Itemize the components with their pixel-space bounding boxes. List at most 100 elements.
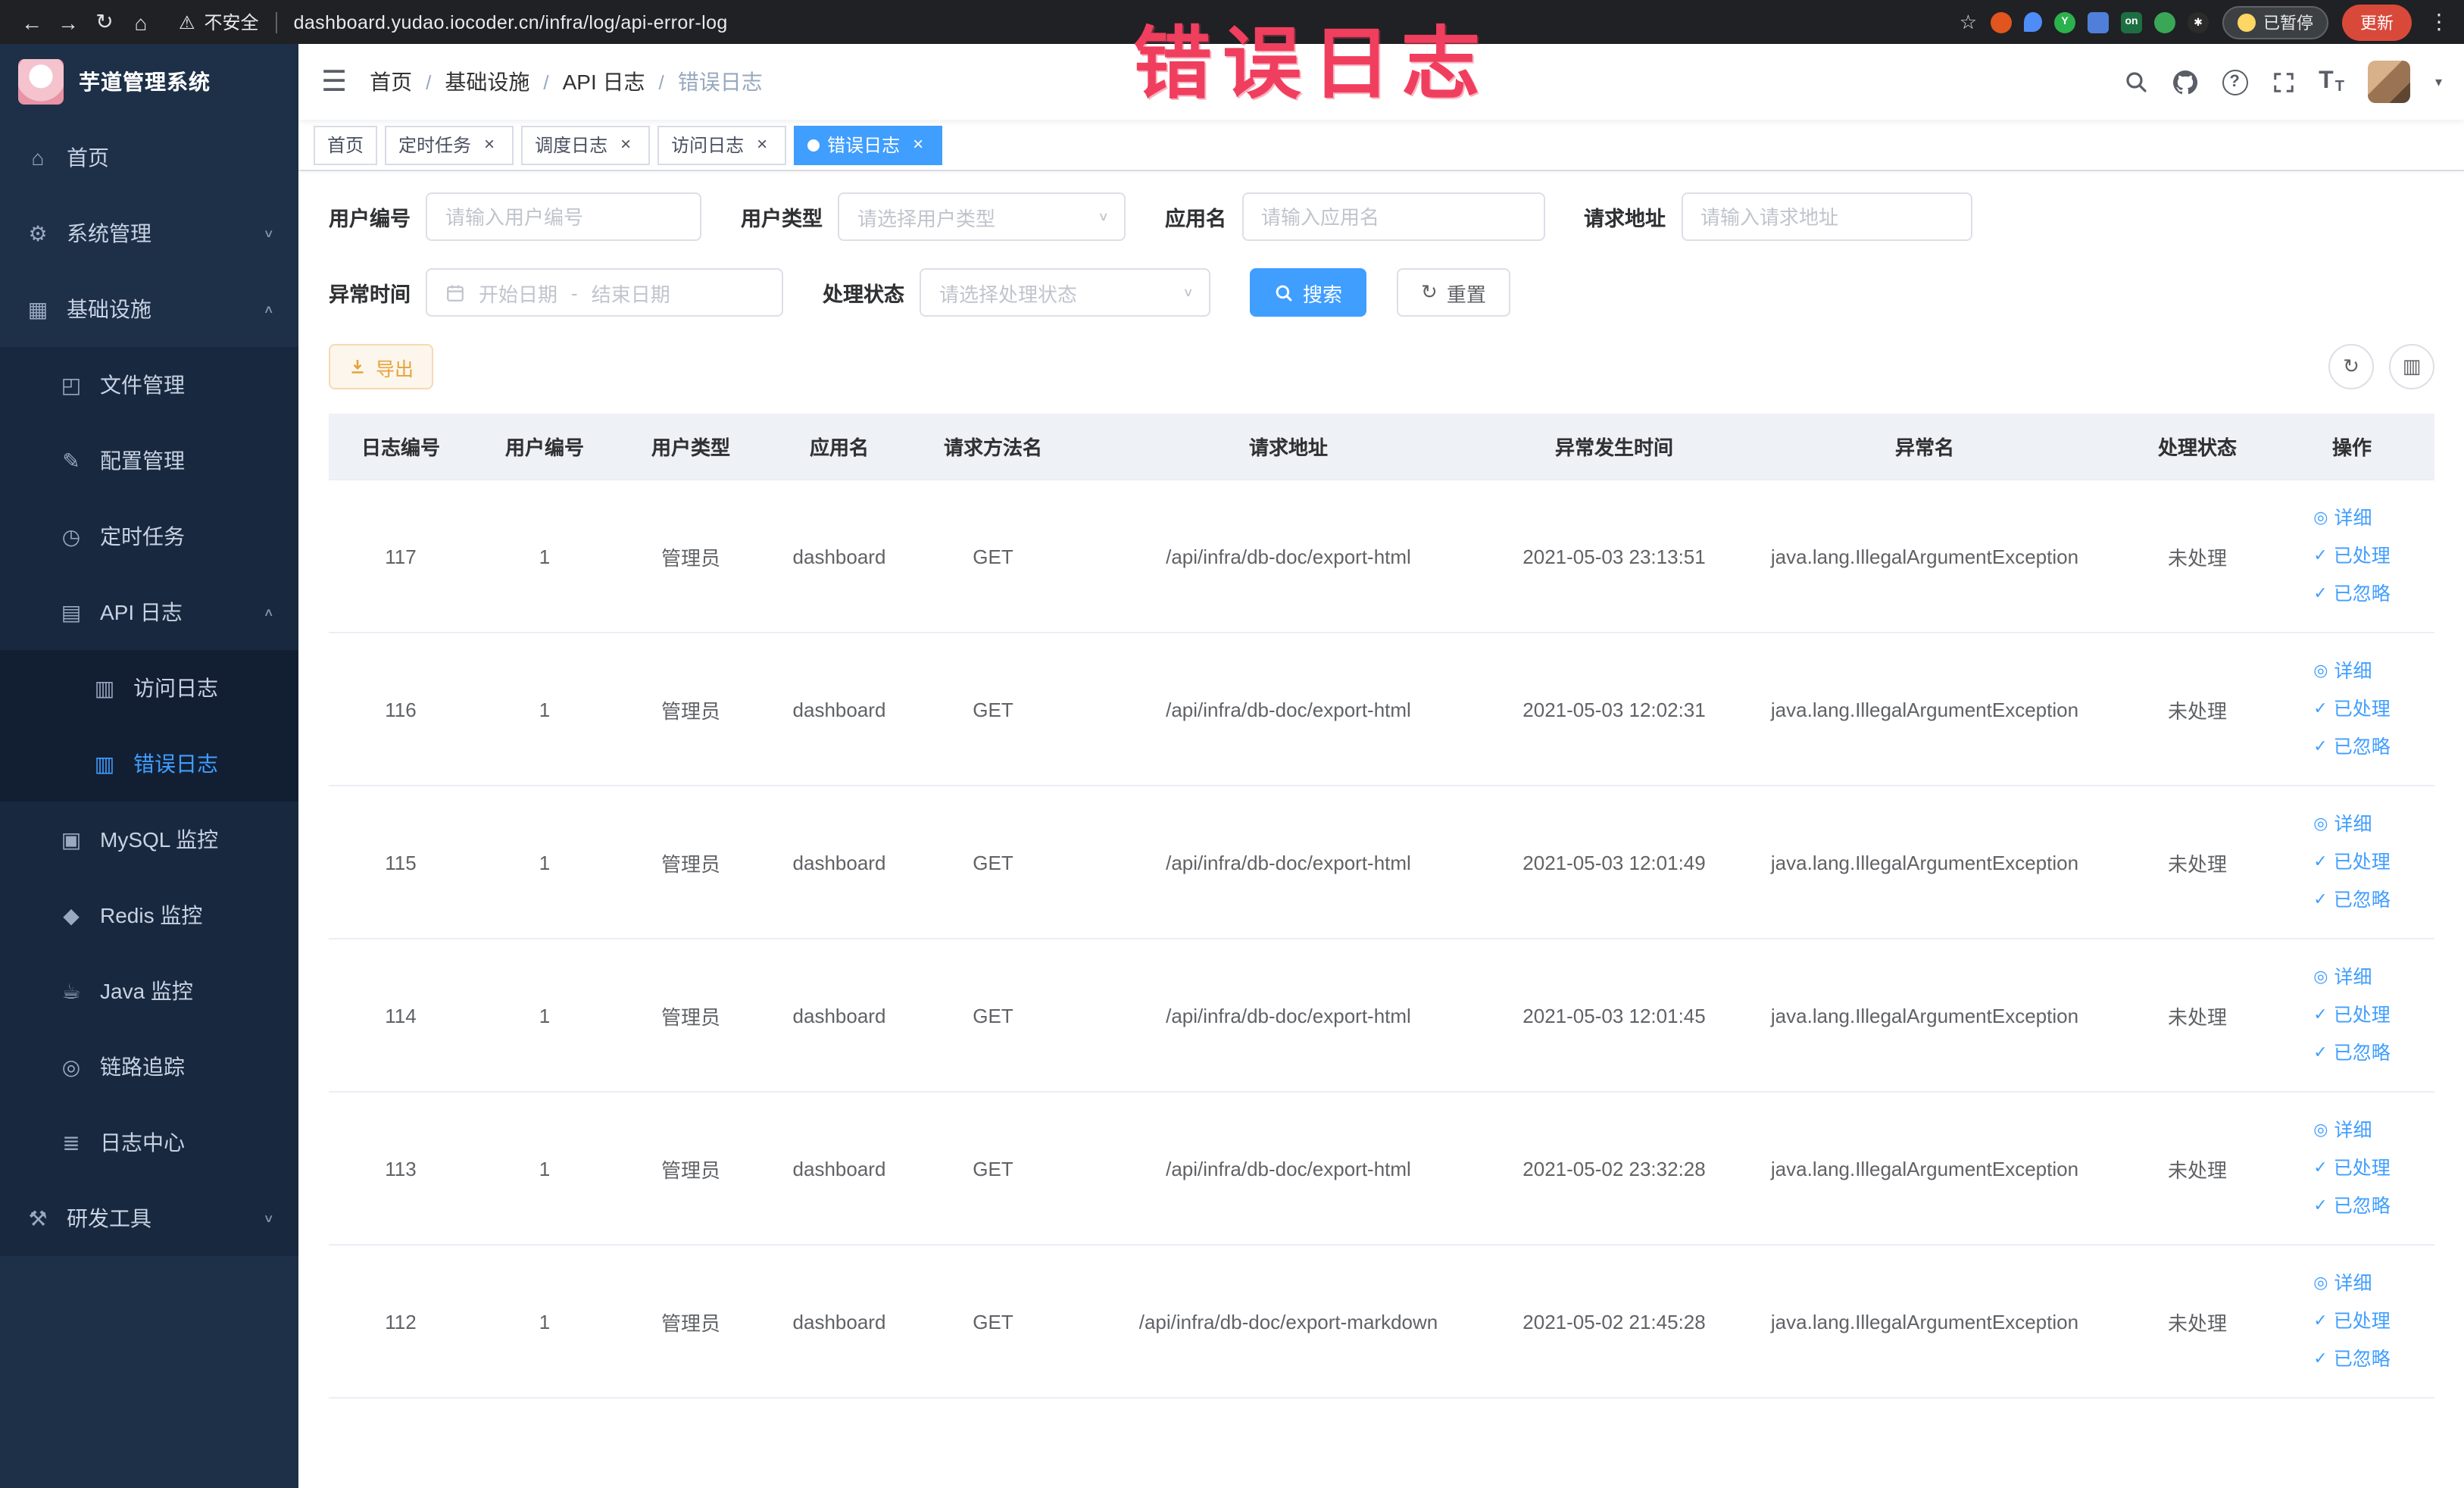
sidebar-item-job[interactable]: ◷ 定时任务 xyxy=(0,499,298,574)
table-row: 113 1 管理员 dashboard GET/api/infra/db-doc/exp… xyxy=(329,1092,2434,1246)
sidebar-item-system[interactable]: ⚙ 系统管理 ∨ xyxy=(0,195,298,271)
caret-down-icon[interactable]: ▾ xyxy=(2435,73,2442,90)
api-log-icon: ▤ xyxy=(61,599,82,624)
back-icon[interactable]: ← xyxy=(15,5,48,39)
ignored-link[interactable]: ✓ 已忽略 xyxy=(2313,731,2390,763)
fullscreen-icon[interactable] xyxy=(2272,70,2294,93)
reset-button[interactable]: ↻ 重置 xyxy=(1397,268,1510,317)
processed-link[interactable]: ✓ 已处理 xyxy=(2313,693,2390,725)
detail-link[interactable]: ◎ 详细 xyxy=(2313,1114,2372,1146)
sidebar-item-label: 文件管理 xyxy=(100,373,185,397)
processed-label: 已处理 xyxy=(2333,1310,2391,1331)
detail-link[interactable]: ◎ 详细 xyxy=(2313,655,2372,687)
sidebar-item-api-log[interactable]: ▤ API 日志 ∧ xyxy=(0,574,298,650)
filter-request-url: 请求地址 xyxy=(1584,192,1972,241)
ignored-link[interactable]: ✓ 已忽略 xyxy=(2313,578,2390,610)
breadcrumb-item[interactable]: 首页 xyxy=(370,67,412,97)
forward-icon[interactable]: → xyxy=(52,5,85,39)
ignored-link[interactable]: ✓ 已忽略 xyxy=(2313,884,2390,916)
user-id-input[interactable] xyxy=(426,192,701,241)
detail-link[interactable]: ◎ 详细 xyxy=(2313,961,2372,993)
paused-badge[interactable]: 已暂停 xyxy=(2222,5,2328,39)
address-bar[interactable]: dashboard.yudao.iocoder.cn/infra/log/api… xyxy=(294,11,728,33)
processed-link[interactable]: ✓ 已处理 xyxy=(2313,846,2390,878)
user-avatar[interactable] xyxy=(2368,61,2411,103)
processed-link[interactable]: ✓ 已处理 xyxy=(2313,1152,2390,1184)
close-icon[interactable]: × xyxy=(751,133,773,155)
sidebar-item-log-center[interactable]: ≣ 日志中心 xyxy=(0,1105,298,1180)
sidebar-item-label: API 日志 xyxy=(100,600,183,624)
chrome-home-icon[interactable]: ⌂ xyxy=(124,5,158,39)
close-icon[interactable]: × xyxy=(479,133,500,155)
font-size-icon[interactable]: TT xyxy=(2319,68,2344,95)
sidebar-item-trace[interactable]: ◎ 链路追踪 xyxy=(0,1029,298,1105)
bookmark-star-icon[interactable]: ☆ xyxy=(1960,10,1977,34)
ext-on-icon[interactable]: on xyxy=(2121,11,2142,33)
ext-orange-icon[interactable] xyxy=(1991,11,2012,33)
ignored-link[interactable]: ✓ 已忽略 xyxy=(2313,1037,2390,1069)
tools-icon: ⚒ xyxy=(28,1205,48,1230)
request-url-input[interactable] xyxy=(1681,192,1972,241)
tab-job-log[interactable]: 调度日志 × xyxy=(521,125,651,164)
sidebar-item-file[interactable]: ◰ 文件管理 xyxy=(0,347,298,423)
user-type-select[interactable]: 请选择用户类型 ∨ xyxy=(838,192,1126,241)
tab-error-log[interactable]: 错误日志 × xyxy=(794,125,943,164)
update-button[interactable]: 更新 xyxy=(2342,4,2412,40)
reload-icon[interactable]: ↻ xyxy=(88,5,121,39)
column-header: 异常名 xyxy=(1724,414,2125,480)
sidebar-item-label: Java 监控 xyxy=(100,979,193,1003)
cell-time: 2021-05-03 23:13:51 xyxy=(1504,480,1724,633)
sidebar-item-config[interactable]: ✎ 配置管理 xyxy=(0,423,298,499)
hamburger-icon[interactable]: ☰ xyxy=(321,64,347,99)
ext-green-icon[interactable]: Y xyxy=(2054,11,2075,33)
app-name-input[interactable] xyxy=(1241,192,1544,241)
cell-method: GET xyxy=(913,786,1073,939)
github-icon[interactable] xyxy=(2172,69,2197,95)
exception-time-label: 异常时间 xyxy=(329,283,411,306)
search-icon[interactable] xyxy=(2123,70,2147,94)
kebab-menu-icon[interactable]: ⋮ xyxy=(2428,9,2450,35)
processed-label: 已处理 xyxy=(2333,1157,2391,1178)
sidebar-item-redis[interactable]: ◆ Redis 监控 xyxy=(0,877,298,953)
app-logo[interactable]: 芋道管理系统 xyxy=(0,44,298,120)
refresh-button[interactable]: ↻ xyxy=(2328,344,2374,389)
sidebar-item-mysql[interactable]: ▣ MySQL 监控 xyxy=(0,802,298,877)
sidebar-item-home[interactable]: ⌂ 首页 xyxy=(0,120,298,195)
ext-grid-icon[interactable] xyxy=(2088,11,2109,33)
ignored-link[interactable]: ✓ 已忽略 xyxy=(2313,1190,2390,1222)
sidebar-item-infra[interactable]: ▦ 基础设施 ∧ xyxy=(0,271,298,347)
column-settings-button[interactable]: ▥ xyxy=(2389,344,2434,389)
processed-link[interactable]: ✓ 已处理 xyxy=(2313,540,2390,572)
sidebar-item-access-log[interactable]: ▥ 访问日志 xyxy=(0,650,298,726)
process-status-select[interactable]: 请选择处理状态 ∨ xyxy=(920,268,1210,317)
close-icon[interactable]: × xyxy=(615,133,636,155)
tab-access-log[interactable]: 访问日志 × xyxy=(657,125,787,164)
start-date-placeholder: 开始日期 xyxy=(479,283,558,305)
ext-leaf-icon[interactable] xyxy=(2154,11,2175,33)
ext-paw-icon[interactable]: ✱ xyxy=(2188,11,2209,33)
help-icon[interactable]: ? xyxy=(2222,69,2248,95)
cell-status: 未处理 xyxy=(2125,786,2269,939)
close-icon[interactable]: × xyxy=(907,133,929,155)
export-button[interactable]: 导出 xyxy=(329,344,434,389)
breadcrumb-item[interactable]: API 日志 xyxy=(563,67,645,97)
site-security[interactable]: ⚠ 不安全 xyxy=(179,9,259,35)
detail-link[interactable]: ◎ 详细 xyxy=(2313,1268,2372,1299)
ignored-link[interactable]: ✓ 已忽略 xyxy=(2313,1343,2390,1375)
sidebar-item-java[interactable]: ☕ Java 监控 xyxy=(0,953,298,1029)
processed-link[interactable]: ✓ 已处理 xyxy=(2313,1305,2390,1337)
tab-job[interactable]: 定时任务 × xyxy=(385,125,514,164)
ext-blue-drop-icon[interactable] xyxy=(2024,12,2042,32)
processed-link[interactable]: ✓ 已处理 xyxy=(2313,999,2390,1031)
check-icon: ✓ xyxy=(2313,890,2328,908)
tab-home[interactable]: 首页 xyxy=(314,125,378,164)
sidebar-item-error-log[interactable]: ▥ 错误日志 xyxy=(0,726,298,802)
breadcrumb-item[interactable]: 基础设施 xyxy=(445,67,529,97)
detail-link[interactable]: ◎ 详细 xyxy=(2313,502,2372,534)
sidebar-item-dev-tools[interactable]: ⚒ 研发工具 ∨ xyxy=(0,1180,298,1256)
export-button-label: 导出 xyxy=(376,358,414,380)
detail-link[interactable]: ◎ 详细 xyxy=(2313,808,2372,840)
search-button[interactable]: 搜索 xyxy=(1250,268,1367,317)
user-id-label: 用户编号 xyxy=(329,208,411,230)
date-range-picker[interactable]: 开始日期 - 结束日期 xyxy=(426,268,783,317)
